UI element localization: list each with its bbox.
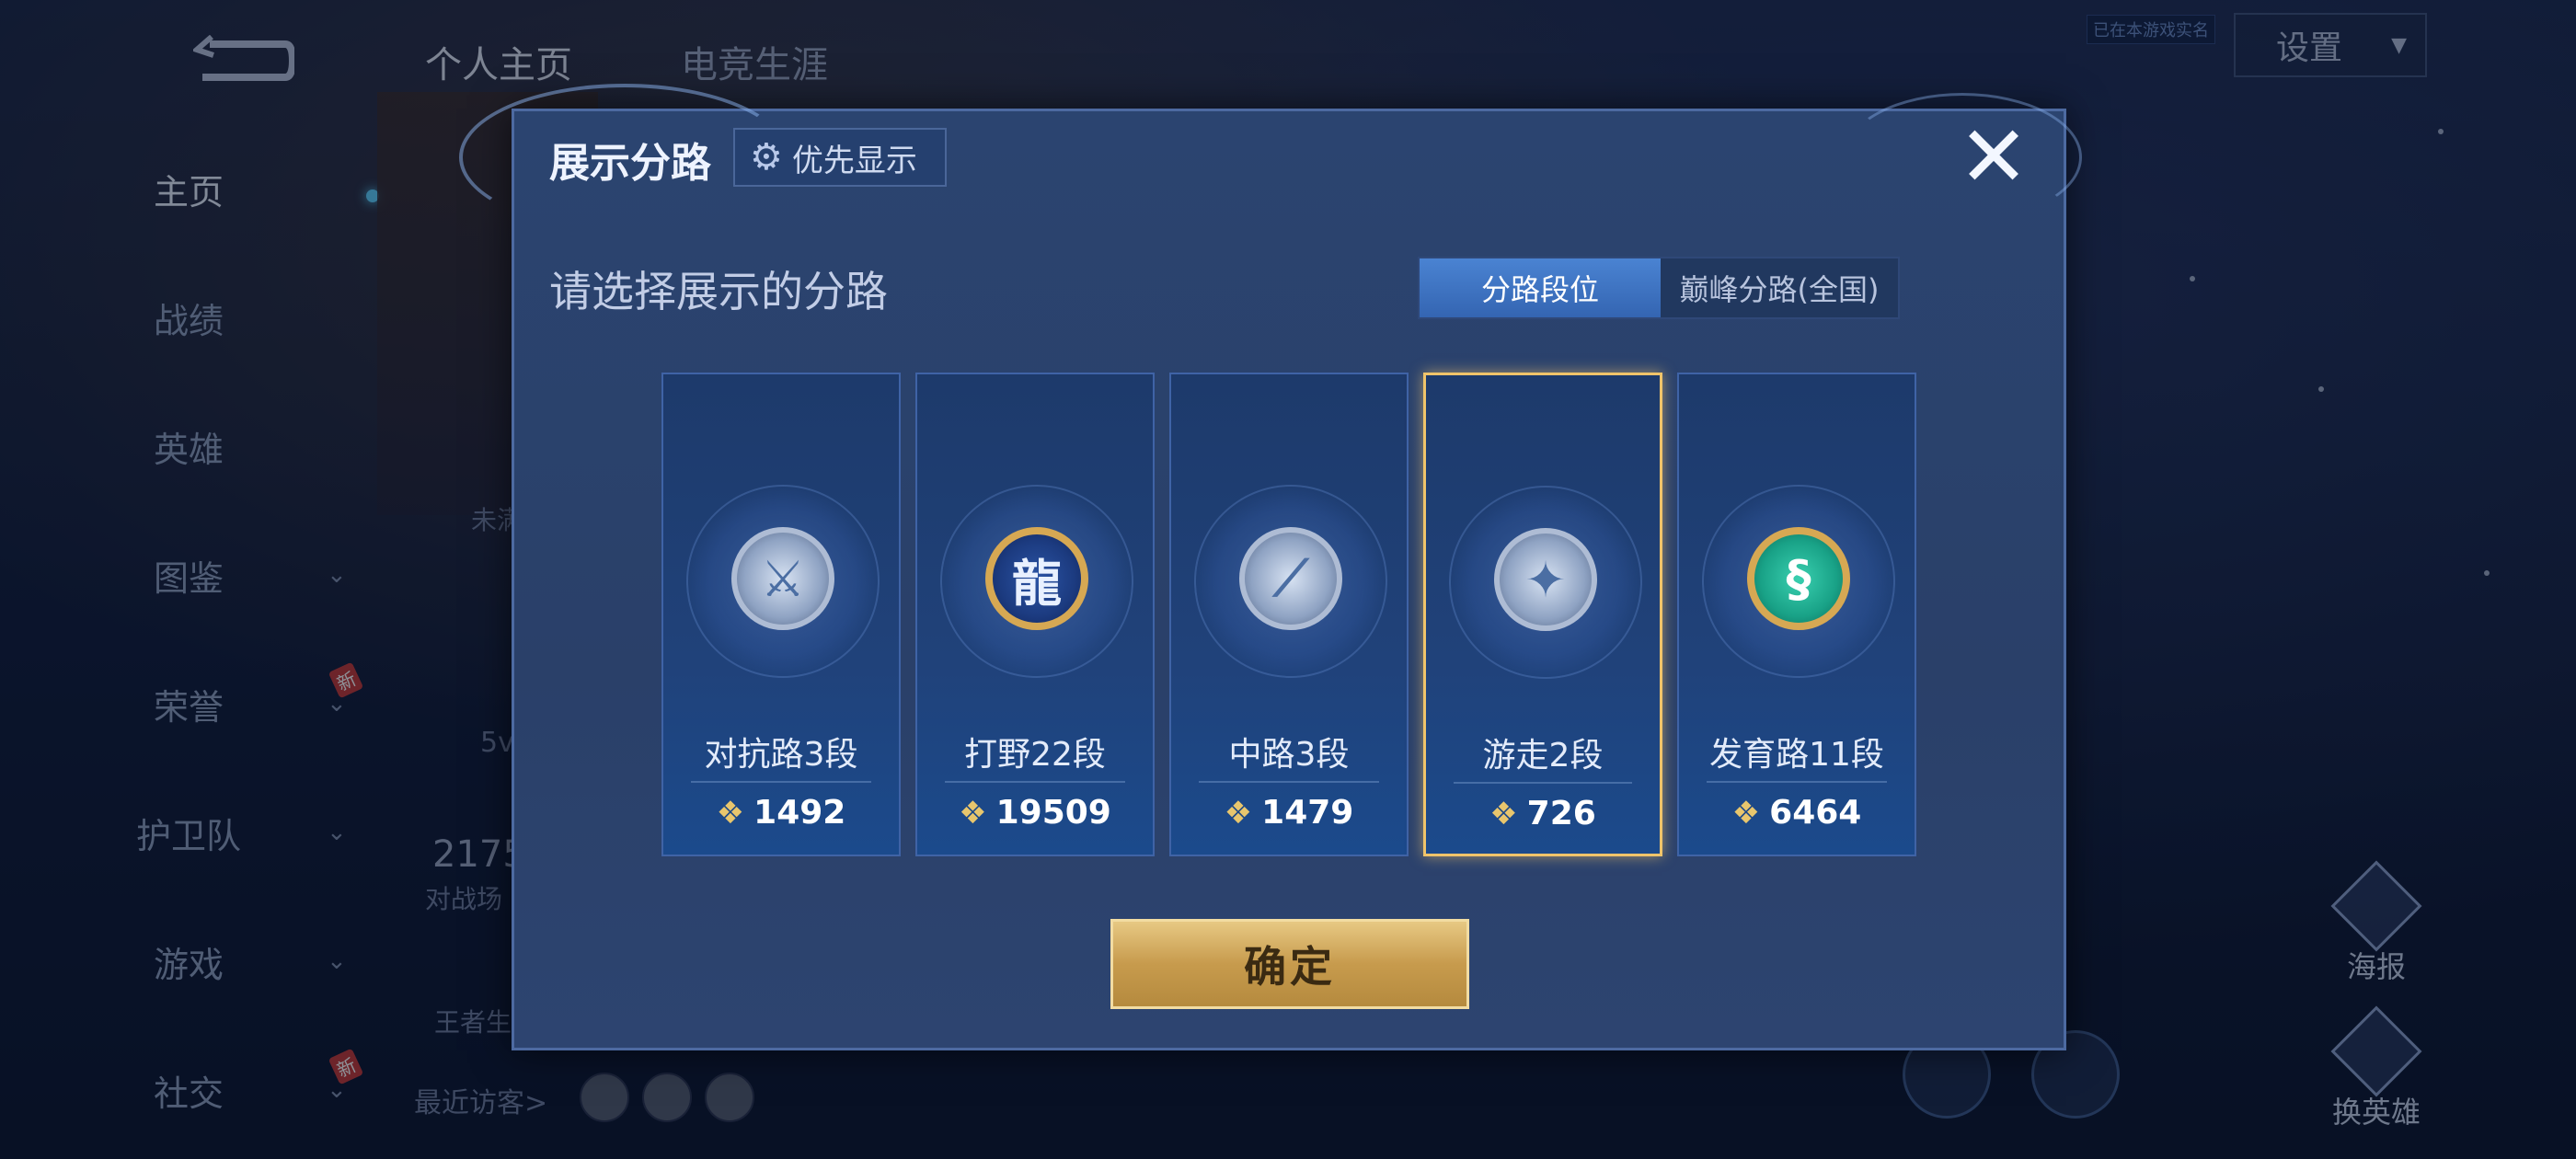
toggle-lane-rank[interactable]: 分路段位 [1420,258,1661,317]
lane-score: ❖ 1479 [1171,794,1407,832]
divider [1454,782,1632,784]
divider [1199,781,1379,783]
lane-rank-label: 打野22段 [964,736,1106,774]
score-icon: ❖ [1224,794,1253,832]
close-button[interactable]: ✕ [1957,115,2030,200]
roam-emblem-icon: ✦ [1494,528,1597,631]
lane-rank-label: 发育路11段 [1709,736,1884,774]
mid-lane-emblem-icon: ⟋ [1239,527,1342,630]
lane-card-farm[interactable]: § 发育路11段 ❖ 6464 [1677,373,1916,856]
dialog-title: 展示分路 [549,140,711,187]
lane-mode-toggle: 分路段位 巅峰分路(全国) [1418,257,1900,319]
lane-score: ❖ 1492 [663,794,899,832]
dialog-subtitle: 请选择展示的分路 [549,267,888,316]
lane-score-value: 1492 [753,794,846,832]
lane-score: ❖ 6464 [1679,794,1915,832]
lane-card-roam[interactable]: ✦ 游走2段 ❖ 726 [1423,373,1662,856]
confirm-button[interactable]: 确定 [1110,919,1469,1009]
farm-lane-emblem-icon: § [1747,527,1850,630]
divider [691,781,871,783]
confirm-label: 确定 [1244,942,1336,992]
lane-rank-label: 中路3段 [1228,736,1350,774]
lane-score-value: 726 [1526,795,1596,832]
jungle-emblem-icon: 龍 [985,527,1088,630]
score-icon: ❖ [716,794,745,832]
lane-rank-label: 游走2段 [1482,737,1604,775]
score-icon: ❖ [1731,794,1761,832]
lane-score: ❖ 19509 [917,794,1153,832]
priority-display-label: 优先显示 [791,142,917,179]
divider [945,781,1125,783]
lane-card-clash[interactable]: ⚔ 对抗路3段 ❖ 1492 [661,373,901,856]
display-lane-dialog: 展示分路 ⚙ 优先显示 ✕ 请选择展示的分路 分路段位 巅峰分路(全国) ⚔ 对… [459,84,2082,1050]
lane-score: ❖ 726 [1426,795,1660,832]
lane-rank-label: 对抗路3段 [704,736,858,774]
lane-score-value: 6464 [1769,794,1862,832]
lane-card-mid[interactable]: ⟋ 中路3段 ❖ 1479 [1169,373,1409,856]
score-icon: ❖ [1489,795,1518,832]
clash-lane-emblem-icon: ⚔ [731,527,834,630]
divider [1707,781,1887,783]
priority-display-button[interactable]: ⚙ 优先显示 [733,128,947,187]
close-icon: ✕ [1958,108,2030,206]
gear-icon: ⚙ [750,136,783,178]
lane-score-value: 19509 [995,794,1111,832]
lane-card-jungle[interactable]: 龍 打野22段 ❖ 19509 [915,373,1155,856]
score-icon: ❖ [959,794,987,832]
toggle-peak-lane-national[interactable]: 巅峰分路(全国) [1661,258,1898,317]
lane-score-value: 1479 [1261,794,1354,832]
